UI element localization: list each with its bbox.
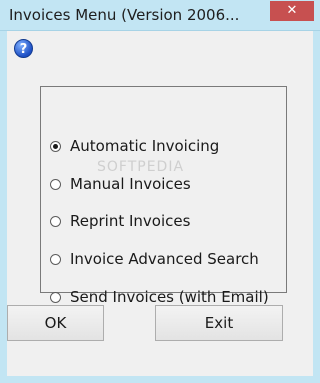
help-icon[interactable]: ?: [14, 39, 33, 58]
exit-button[interactable]: Exit: [155, 305, 283, 341]
option-send-invoices-email[interactable]: Send Invoices (with Email): [50, 287, 269, 307]
option-manual-invoices[interactable]: Manual Invoices: [50, 174, 191, 194]
radio-label-send-invoices-email: Send Invoices (with Email): [70, 288, 269, 306]
radio-send-invoices-email[interactable]: [50, 291, 61, 303]
window-frame-bottom: [0, 376, 320, 383]
watermark-text: SOFTPEDIA: [97, 159, 185, 175]
invoice-options-group: SOFTPEDIA Automatic Invoicing Manual Inv…: [40, 86, 287, 306]
dialog-client-area: ? SOFTPEDIA Automatic Invoicing Manual I…: [7, 31, 313, 376]
radio-label-reprint-invoices: Reprint Invoices: [70, 212, 191, 230]
title-bar[interactable]: Invoices Menu (Version 2006... ✕: [0, 0, 320, 31]
option-automatic-invoicing[interactable]: Automatic Invoicing: [50, 136, 219, 156]
window-frame-left: [0, 31, 7, 383]
invoices-menu-window: Invoices Menu (Version 2006... ✕ ? SOFTP…: [0, 0, 320, 383]
radio-reprint-invoices[interactable]: [50, 215, 61, 227]
close-icon: ✕: [286, 3, 298, 18]
window-title: Invoices Menu (Version 2006...: [9, 6, 240, 24]
option-invoice-advanced-search[interactable]: Invoice Advanced Search: [50, 249, 259, 269]
radio-invoice-advanced-search[interactable]: [50, 253, 61, 265]
radio-manual-invoices[interactable]: [50, 178, 61, 190]
radio-label-manual-invoices: Manual Invoices: [70, 175, 191, 193]
radio-label-automatic-invoicing: Automatic Invoicing: [70, 137, 220, 155]
ok-button[interactable]: OK: [7, 305, 104, 341]
radio-label-invoice-advanced-search: Invoice Advanced Search: [70, 250, 259, 268]
window-frame-right: [313, 31, 320, 383]
radio-automatic-invoicing[interactable]: [50, 140, 61, 152]
close-button[interactable]: ✕: [270, 1, 314, 21]
help-glyph: ?: [19, 42, 28, 57]
option-reprint-invoices[interactable]: Reprint Invoices: [50, 211, 190, 231]
